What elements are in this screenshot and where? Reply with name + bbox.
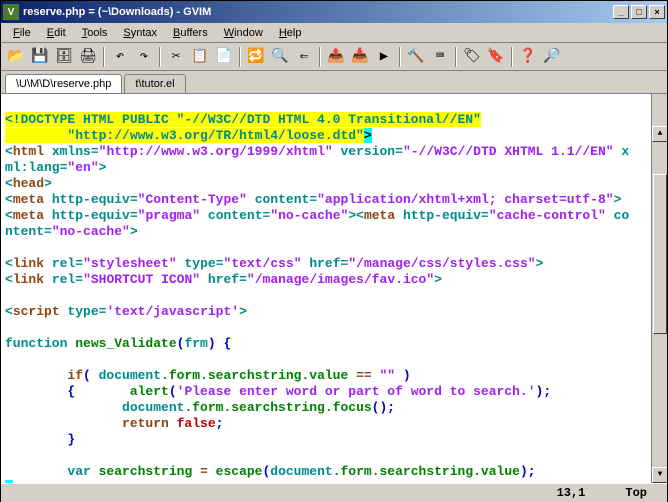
help-icon[interactable]: ❓ xyxy=(517,46,539,68)
save-icon[interactable]: 💾 xyxy=(29,46,51,68)
maximize-button[interactable]: □ xyxy=(631,5,647,19)
cursor-position: 13,1 xyxy=(557,486,586,500)
scroll-thumb[interactable] xyxy=(653,174,667,334)
toolbar: 📂 💾 🗄 🖨 ↶ ↷ ✂ 📋 📄 🔁 🔍 ⇐ 📤 📥 ▶ 🔨 ⌨ 🏷 🔖 ❓ … xyxy=(1,43,667,71)
menu-syntax[interactable]: Syntax xyxy=(115,25,165,41)
minimize-button[interactable]: _ xyxy=(613,5,629,19)
editor[interactable]: <!DOCTYPE HTML PUBLIC "-//W3C//DTD HTML … xyxy=(1,93,667,483)
vertical-scrollbar[interactable]: ▲ ▼ xyxy=(651,94,667,483)
menu-window[interactable]: Window xyxy=(216,25,271,41)
close-button[interactable]: × xyxy=(649,5,665,19)
menu-help[interactable]: Help xyxy=(271,25,310,41)
separator xyxy=(511,47,513,67)
findprev-icon[interactable]: ⇐ xyxy=(293,46,315,68)
gvim-icon: V xyxy=(3,4,19,20)
separator xyxy=(159,47,161,67)
code-content: <!DOCTYPE HTML PUBLIC "-//W3C//DTD HTML … xyxy=(5,112,629,483)
runscript-icon[interactable]: ▶ xyxy=(373,46,395,68)
tabbar: \U\M\D\reserve.php t\tutor.el xyxy=(1,71,667,93)
paste-icon[interactable]: 📄 xyxy=(213,46,235,68)
savesession-icon[interactable]: 📥 xyxy=(349,46,371,68)
make-icon[interactable]: 🔨 xyxy=(405,46,427,68)
scroll-up-icon[interactable]: ▲ xyxy=(652,126,667,142)
separator xyxy=(103,47,105,67)
separator xyxy=(455,47,457,67)
separator xyxy=(239,47,241,67)
loadsession-icon[interactable]: 📤 xyxy=(325,46,347,68)
titlebar: V reserve.php = (~\Downloads) - GVIM _ □… xyxy=(1,1,667,23)
tab-tutor[interactable]: t\tutor.el xyxy=(124,74,185,93)
saveall-icon[interactable]: 🗄 xyxy=(53,46,75,68)
redo-icon[interactable]: ↷ xyxy=(133,46,155,68)
copy-icon[interactable]: 📋 xyxy=(189,46,211,68)
tab-reserve[interactable]: \U\M\D\reserve.php xyxy=(5,74,122,94)
separator xyxy=(399,47,401,67)
menu-buffers[interactable]: Buffers xyxy=(165,25,216,41)
menu-file[interactable]: File xyxy=(5,25,39,41)
separator xyxy=(319,47,321,67)
jumptag-icon[interactable]: 🔖 xyxy=(485,46,507,68)
window-title: reserve.php = (~\Downloads) - GVIM xyxy=(23,6,211,18)
scroll-position: Top xyxy=(625,486,647,500)
findhelp-icon[interactable]: 🔎 xyxy=(541,46,563,68)
find-icon[interactable]: 🔍 xyxy=(269,46,291,68)
menubar: File Edit Tools Syntax Buffers Window He… xyxy=(1,23,667,43)
menu-edit[interactable]: Edit xyxy=(39,25,74,41)
shell-icon[interactable]: ⌨ xyxy=(429,46,451,68)
cut-icon[interactable]: ✂ xyxy=(165,46,187,68)
replace-icon[interactable]: 🔁 xyxy=(245,46,267,68)
statusbar: 13,1 Top xyxy=(1,483,667,502)
print-icon[interactable]: 🖨 xyxy=(77,46,99,68)
scroll-down-icon[interactable]: ▼ xyxy=(652,467,667,483)
menu-tools[interactable]: Tools xyxy=(74,25,116,41)
ctags-icon[interactable]: 🏷 xyxy=(461,46,483,68)
undo-icon[interactable]: ↶ xyxy=(109,46,131,68)
open-icon[interactable]: 📂 xyxy=(5,46,27,68)
